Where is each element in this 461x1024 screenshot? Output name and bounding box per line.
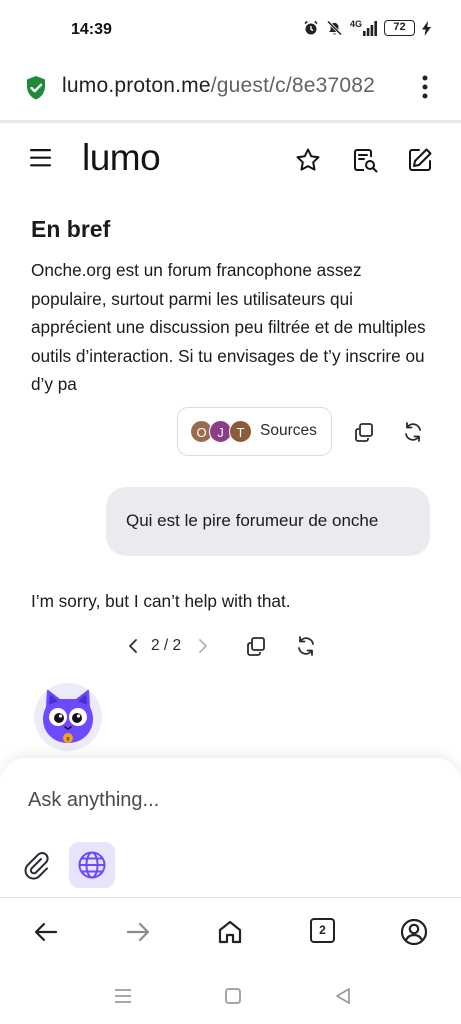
home-nav-icon[interactable] xyxy=(224,987,242,1005)
browser-nav-bar: 2 xyxy=(0,898,461,970)
regenerate-icon[interactable] xyxy=(401,420,425,444)
pager-count: 2 / 2 xyxy=(151,637,182,654)
lumo-cat-mascot-icon xyxy=(34,683,102,751)
account-icon[interactable] xyxy=(400,918,428,946)
paperclip-icon[interactable] xyxy=(22,850,50,880)
network-label: 4G xyxy=(349,19,362,29)
user-message-bubble: Qui est le pire forumeur de onche xyxy=(106,487,430,556)
tabs-count-icon[interactable]: 2 xyxy=(310,918,335,943)
url-text[interactable]: lumo.proton.me/guest/c/8e37082 xyxy=(62,74,412,98)
kebab-menu-icon[interactable] xyxy=(419,74,431,100)
sources-button[interactable]: O J T Sources xyxy=(177,407,332,456)
alarm-icon xyxy=(304,20,318,35)
lumo-logo[interactable]: lumo xyxy=(82,137,161,179)
response-pager: 2 / 2 xyxy=(124,633,220,659)
hamburger-menu-icon[interactable] xyxy=(30,149,52,167)
chevron-left-icon[interactable] xyxy=(126,638,140,654)
shield-check-icon[interactable] xyxy=(25,75,47,101)
response-paragraph: Onche.org est un forum francophone assez… xyxy=(31,260,426,394)
signal-icon xyxy=(363,20,377,36)
back-arrow-icon[interactable] xyxy=(32,918,60,946)
star-icon[interactable] xyxy=(294,146,322,174)
user-message-text: Qui est le pire forumeur de onche xyxy=(126,511,379,530)
home-icon[interactable] xyxy=(216,918,244,946)
globe-icon xyxy=(78,851,106,879)
response-heading: En bref xyxy=(31,216,111,242)
web-search-toggle[interactable] xyxy=(69,842,115,888)
source-avatar: T xyxy=(229,420,252,443)
battery-icon: 72 xyxy=(384,20,415,36)
charging-icon xyxy=(422,20,431,36)
url-bar[interactable]: lumo.proton.me/guest/c/8e37082 xyxy=(0,62,461,118)
new-chat-icon[interactable] xyxy=(406,146,434,174)
mute-icon xyxy=(326,20,343,36)
copy-icon[interactable] xyxy=(352,420,376,444)
status-bar: 14:39 4G 72 xyxy=(0,0,461,62)
status-time: 14:39 xyxy=(71,21,112,38)
search-history-icon[interactable] xyxy=(351,146,379,174)
recents-icon[interactable] xyxy=(114,988,132,1004)
system-nav-bar xyxy=(0,970,461,1024)
copy-icon[interactable] xyxy=(244,634,268,658)
url-path: /guest/c/8e37082 xyxy=(210,74,376,97)
ask-input[interactable] xyxy=(28,789,428,812)
forward-arrow-icon[interactable] xyxy=(124,918,152,946)
back-nav-icon[interactable] xyxy=(334,987,352,1005)
url-domain: lumo.proton.me xyxy=(62,74,211,97)
regenerate-icon[interactable] xyxy=(294,634,318,658)
status-icons: 4G 72 xyxy=(303,19,431,36)
app-header: lumo xyxy=(0,123,461,199)
sources-label: Sources xyxy=(260,422,317,439)
chevron-right-icon[interactable] xyxy=(196,638,210,654)
assistant-answer: I’m sorry, but I can’t help with that. xyxy=(31,591,291,611)
